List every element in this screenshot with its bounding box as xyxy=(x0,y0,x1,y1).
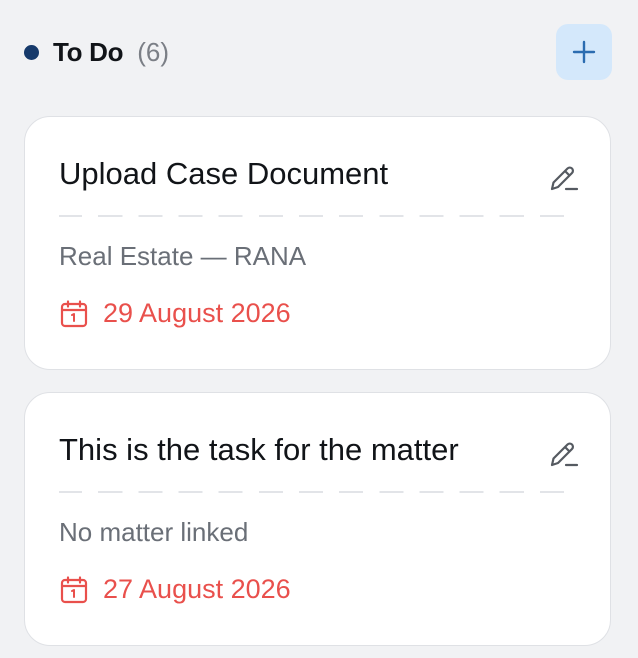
due-date-text: 29 August 2026 xyxy=(103,298,291,328)
column-title: To Do xyxy=(53,36,124,67)
task-due-date: 27 August 2026 xyxy=(59,574,291,605)
status-dot xyxy=(24,44,39,60)
task-card[interactable]: This is the task for the matter No matte… xyxy=(24,392,611,646)
edit-task-button[interactable] xyxy=(546,437,580,471)
pencil-icon xyxy=(550,442,579,467)
calendar-icon xyxy=(60,575,88,603)
todo-column: To Do (6) Upload Case Document Real Esta… xyxy=(0,0,638,658)
column-header: To Do (6) xyxy=(24,24,612,80)
card-divider xyxy=(59,215,564,217)
pencil-icon xyxy=(550,166,579,191)
due-date-text: 27 August 2026 xyxy=(103,574,291,604)
task-matter: No matter linked xyxy=(59,517,249,547)
plus-icon xyxy=(572,40,596,64)
card-divider xyxy=(59,491,564,493)
calendar-icon xyxy=(60,299,88,327)
edit-task-button[interactable] xyxy=(546,161,580,195)
task-card[interactable]: Upload Case Document Real Estate — RANA … xyxy=(24,116,611,370)
task-matter: Real Estate — RANA xyxy=(59,241,307,271)
task-title: Upload Case Document xyxy=(59,156,389,191)
add-task-button[interactable] xyxy=(556,24,612,80)
task-title: This is the task for the matter xyxy=(59,432,459,467)
column-count: (6) xyxy=(137,36,169,67)
task-due-date: 29 August 2026 xyxy=(59,298,291,329)
